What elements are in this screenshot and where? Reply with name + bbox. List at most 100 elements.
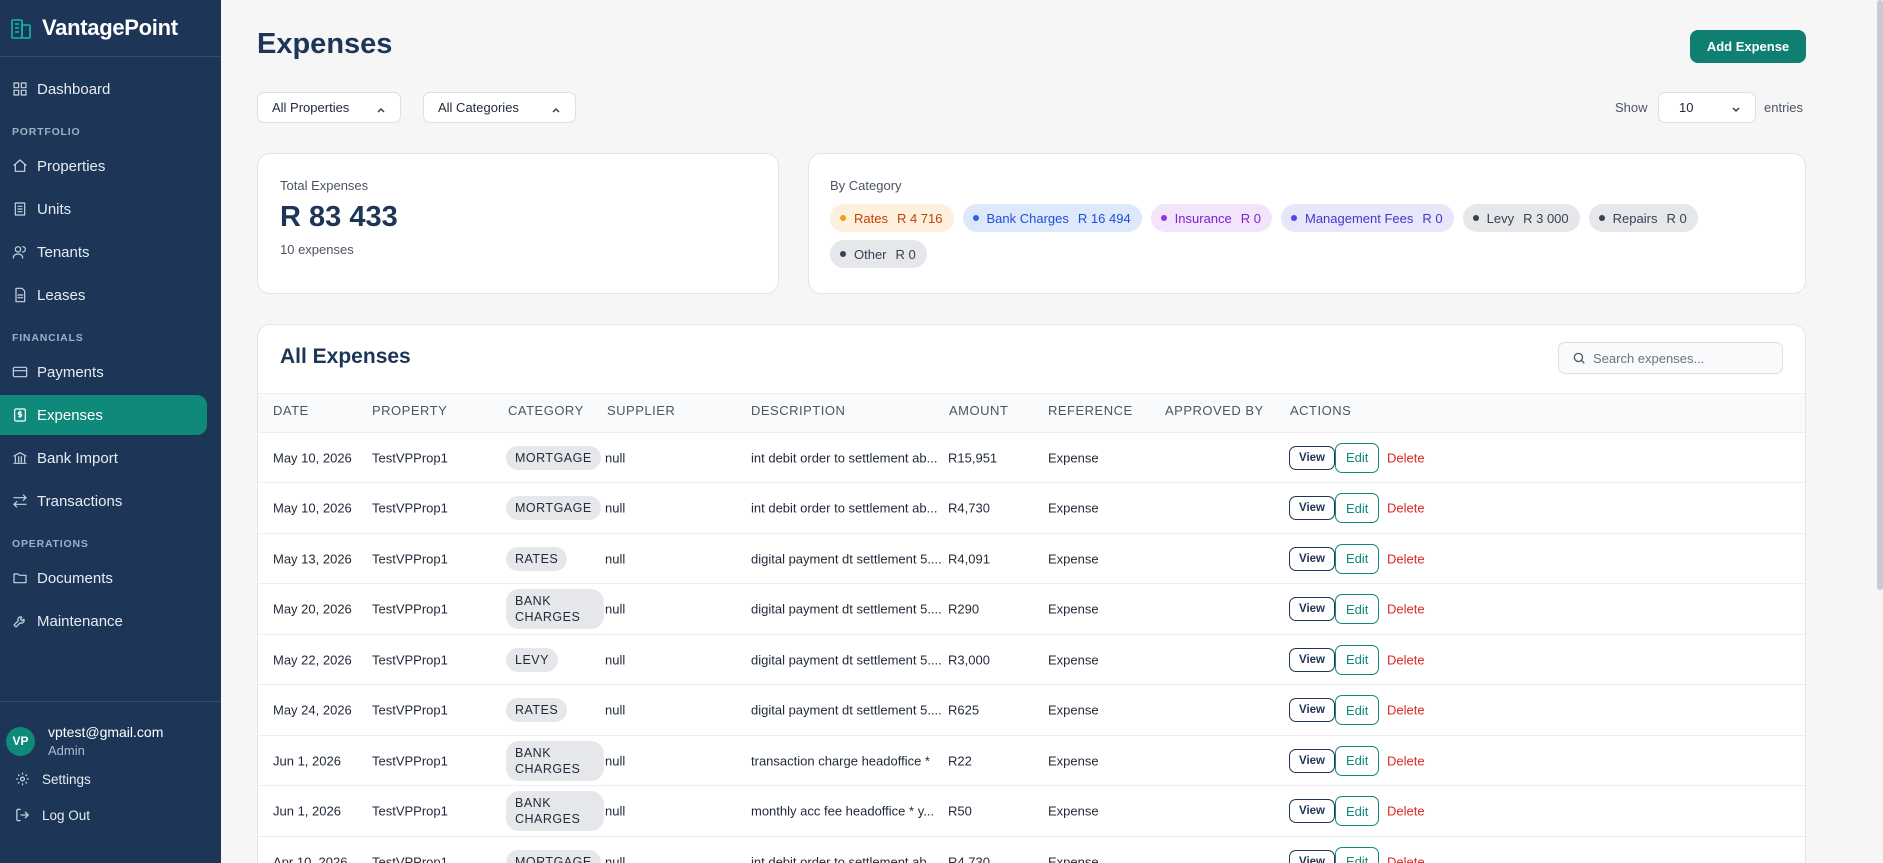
cell-description: int debit order to settlement ab... bbox=[751, 500, 938, 516]
column-header-approved-by[interactable]: APPROVED BY bbox=[1165, 403, 1264, 418]
view-button[interactable]: View bbox=[1289, 748, 1335, 773]
table-row[interactable]: Apr 10, 2026 TestVPProp1 MORTGAGE null int d… bbox=[258, 837, 1805, 863]
sidebar-item-label: Documents bbox=[37, 569, 113, 587]
delete-button[interactable]: Delete bbox=[1387, 854, 1425, 863]
cell-reference: Expense bbox=[1048, 803, 1099, 819]
cell-reference: Expense bbox=[1048, 854, 1099, 863]
cell-description: digital payment dt settlement 5.... bbox=[751, 702, 942, 718]
category-chips: Rates R 4 716 Bank Charges R 16 494 Insuranc… bbox=[830, 204, 1730, 268]
sidebar-item-bank-import[interactable]: Bank Import bbox=[0, 438, 207, 478]
search-expenses-input[interactable]: Search expenses... bbox=[1558, 342, 1783, 374]
cell-amount: R4,730 bbox=[948, 854, 990, 863]
view-button[interactable]: View bbox=[1289, 597, 1335, 621]
cell-date: Jun 1, 2026 bbox=[273, 753, 341, 768]
category-badge: BANK CHARGES bbox=[506, 740, 604, 781]
table-row[interactable]: May 13, 2026 TestVPProp1 RATES null digital … bbox=[258, 534, 1805, 584]
category-badge: BANK CHARGES bbox=[506, 589, 604, 629]
receipt-icon bbox=[12, 407, 28, 423]
entries-label: entries bbox=[1764, 100, 1804, 115]
cell-property: TestVPProp1 bbox=[372, 803, 448, 819]
edit-button[interactable]: Edit bbox=[1335, 644, 1380, 675]
column-header-description[interactable]: DESCRIPTION bbox=[751, 403, 845, 418]
edit-button[interactable]: Edit bbox=[1335, 745, 1380, 776]
home-icon bbox=[12, 158, 28, 174]
delete-button[interactable]: Delete bbox=[1387, 703, 1425, 718]
sidebar-item-maintenance[interactable]: Maintenance bbox=[0, 601, 207, 641]
table-row[interactable]: Jun 1, 2026 TestVPProp1 BANK CHARGES null tr… bbox=[258, 736, 1805, 786]
settings-link[interactable]: Settings bbox=[0, 761, 221, 797]
view-button[interactable]: View bbox=[1289, 647, 1335, 672]
edit-button[interactable]: Edit bbox=[1335, 695, 1380, 725]
table-row[interactable]: Jun 1, 2026 TestVPProp1 BANK CHARGES null mo… bbox=[258, 787, 1805, 837]
brand-name: VantagePoint bbox=[42, 15, 178, 40]
sidebar-item-transactions[interactable]: Transactions bbox=[0, 481, 207, 521]
edit-button[interactable]: Edit bbox=[1335, 442, 1380, 473]
logout-link[interactable]: Log Out bbox=[0, 797, 221, 833]
delete-button[interactable]: Delete bbox=[1387, 551, 1425, 566]
edit-button[interactable]: Edit bbox=[1335, 846, 1380, 863]
category-dot bbox=[1160, 215, 1167, 221]
logout-icon bbox=[15, 808, 30, 823]
total-expenses-amount: R 83 433 bbox=[280, 201, 398, 233]
cell-supplier: null bbox=[605, 803, 626, 819]
cell-description: int debit order to settlement ab... bbox=[751, 854, 938, 863]
delete-button[interactable]: Delete bbox=[1387, 501, 1425, 516]
delete-button[interactable]: Delete bbox=[1387, 753, 1425, 768]
delete-button[interactable]: Delete bbox=[1387, 602, 1425, 617]
delete-button[interactable]: Delete bbox=[1387, 652, 1425, 667]
column-header-category[interactable]: CATEGORY bbox=[508, 403, 584, 418]
sidebar-item-documents[interactable]: Documents bbox=[0, 558, 207, 598]
sidebar-item-units[interactable]: Units bbox=[0, 189, 207, 229]
cell-amount: R22 bbox=[948, 753, 972, 768]
table-row[interactable]: May 24, 2026 TestVPProp1 RATES null digital … bbox=[258, 686, 1805, 736]
property-filter[interactable]: All Properties bbox=[257, 92, 401, 123]
brand[interactable]: VantagePoint bbox=[0, 0, 221, 57]
cell-reference: Expense bbox=[1048, 500, 1099, 516]
by-category-card: By Category Rates R 4 716 Bank Charges R 16… bbox=[808, 153, 1806, 294]
edit-button[interactable]: Edit bbox=[1335, 796, 1380, 826]
table-row[interactable]: May 10, 2026 TestVPProp1 MORTGAGE null int d… bbox=[258, 433, 1805, 483]
view-button[interactable]: View bbox=[1289, 496, 1335, 520]
edit-button[interactable]: Edit bbox=[1335, 493, 1380, 523]
cell-description: digital payment dt settlement 5.... bbox=[751, 652, 942, 667]
sidebar-item-payments[interactable]: Payments bbox=[0, 352, 207, 392]
table-row[interactable]: May 10, 2026 TestVPProp1 MORTGAGE null int d… bbox=[258, 484, 1805, 534]
edit-button[interactable]: Edit bbox=[1335, 543, 1380, 574]
user-profile[interactable]: VP vptest@gmail.com Admin bbox=[0, 722, 221, 760]
cell-date: Apr 10, 2026 bbox=[273, 854, 348, 863]
sidebar-item-dashboard[interactable]: Dashboard bbox=[0, 69, 207, 109]
column-header-date[interactable]: DATE bbox=[273, 403, 309, 418]
page-scrollbar[interactable] bbox=[1877, 0, 1883, 590]
view-button[interactable]: View bbox=[1289, 799, 1335, 823]
sidebar: VantagePoint Dashboard PORTFOLIO Propertie… bbox=[0, 0, 221, 863]
view-button[interactable]: View bbox=[1289, 445, 1335, 470]
building-icon bbox=[12, 201, 28, 217]
column-header-property[interactable]: PROPERTY bbox=[372, 403, 447, 418]
sidebar-item-properties[interactable]: Properties bbox=[0, 146, 207, 186]
column-header-amount[interactable]: AMOUNT bbox=[949, 403, 1008, 418]
entries-per-page-select[interactable]: 10 bbox=[1658, 92, 1756, 123]
show-label: Show bbox=[1615, 100, 1648, 115]
delete-button[interactable]: Delete bbox=[1387, 450, 1425, 465]
view-button[interactable]: View bbox=[1289, 698, 1335, 722]
edit-button[interactable]: Edit bbox=[1335, 594, 1380, 624]
view-button[interactable]: View bbox=[1289, 546, 1335, 571]
sidebar-item-leases[interactable]: Leases bbox=[0, 275, 207, 315]
category-dot bbox=[972, 215, 979, 221]
sidebar-nav: Dashboard PORTFOLIO Properties Units Tenants… bbox=[0, 57, 221, 641]
delete-button[interactable]: Delete bbox=[1387, 804, 1425, 819]
table-row[interactable]: May 22, 2026 TestVPProp1 LEVY null digital p… bbox=[258, 635, 1805, 685]
column-header-actions[interactable]: ACTIONS bbox=[1290, 403, 1351, 418]
credit-card-icon bbox=[12, 364, 28, 380]
cell-property: TestVPProp1 bbox=[372, 500, 448, 516]
column-header-reference[interactable]: REFERENCE bbox=[1048, 403, 1133, 418]
category-chip: Other R 0 bbox=[830, 240, 927, 268]
table-row[interactable]: May 20, 2026 TestVPProp1 BANK CHARGES null d… bbox=[258, 585, 1805, 635]
category-filter[interactable]: All Categories bbox=[423, 92, 576, 123]
column-header-supplier[interactable]: SUPPLIER bbox=[607, 403, 675, 418]
view-button[interactable]: View bbox=[1289, 849, 1335, 863]
cell-description: monthly acc fee headoffice * y... bbox=[751, 803, 935, 819]
add-expense-button[interactable]: Add Expense bbox=[1690, 30, 1806, 63]
sidebar-item-expenses[interactable]: Expenses bbox=[0, 395, 207, 435]
sidebar-item-tenants[interactable]: Tenants bbox=[0, 232, 207, 272]
